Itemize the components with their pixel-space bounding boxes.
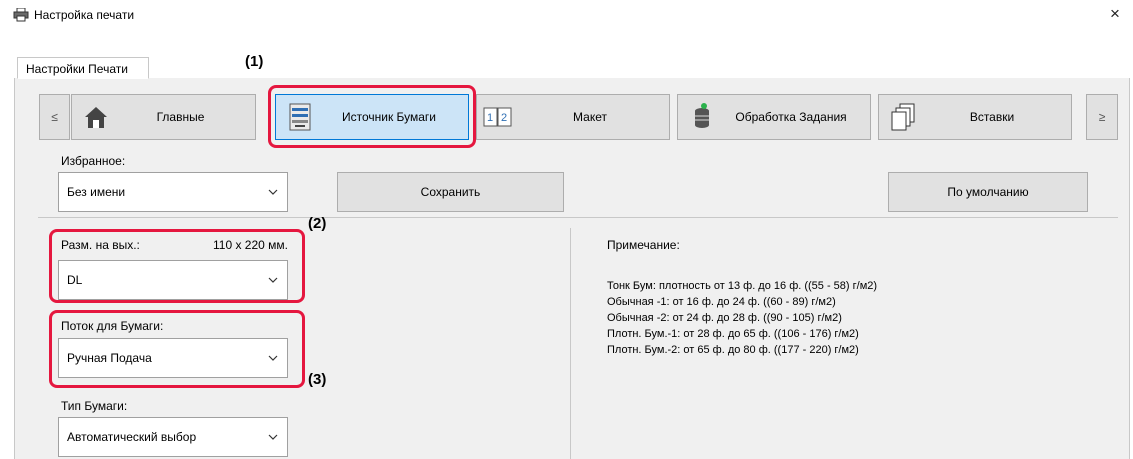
close-button[interactable]: × — [1105, 4, 1125, 24]
chevron-down-icon — [268, 434, 278, 440]
note-line: Обычная -2: от 24 ф. до 28 ф. ((90 - 105… — [607, 312, 842, 324]
home-icon — [85, 107, 107, 128]
section-divider — [38, 217, 1118, 218]
note-line: Плотн. Бум.-2: от 65 ф. до 80 ф. ((177 -… — [607, 344, 859, 356]
save-button[interactable]: Сохранить — [337, 172, 564, 212]
callout-2: (2) — [308, 215, 327, 232]
highlight-box-2 — [49, 229, 305, 303]
tab-print-settings[interactable]: Настройки Печати — [17, 57, 149, 79]
nav-job-handling-button[interactable]: Обработка Задания — [677, 94, 871, 140]
callout-3: (3) — [308, 371, 327, 388]
window-title: Настройка печати — [34, 8, 135, 22]
nav-prev-button[interactable]: ≤ — [39, 94, 70, 140]
callout-1: (1) — [245, 53, 264, 70]
note-title: Примечание: — [607, 238, 680, 252]
svg-text:1: 1 — [487, 112, 493, 124]
note-line: Плотн. Бум.-1: от 28 ф. до 65 ф. ((106 -… — [607, 328, 859, 340]
nav-layout-label: Макет — [573, 110, 607, 124]
paper-type-value: Автоматический выбор — [67, 430, 197, 444]
default-button[interactable]: По умолчанию — [888, 172, 1088, 212]
job-stack-icon — [695, 103, 709, 128]
favorites-dropdown[interactable]: Без имени — [58, 172, 288, 212]
paper-type-label: Тип Бумаги: — [61, 399, 128, 413]
svg-text:2: 2 — [501, 112, 507, 124]
printer-icon — [13, 8, 29, 22]
nav-job-handling-label: Обработка Задания — [735, 110, 847, 124]
highlight-box-1 — [268, 85, 476, 148]
title-bar: Настройка печати × — [0, 0, 1133, 30]
pages-icon — [891, 103, 915, 131]
note-line: Обычная -1: от 16 ф. до 24 ф. ((60 - 89)… — [607, 296, 836, 308]
favorites-value: Без имени — [67, 185, 126, 199]
nav-inserts-button[interactable]: Вставки — [878, 94, 1072, 140]
favorites-label: Избранное: — [61, 154, 126, 168]
paper-type-dropdown[interactable]: Автоматический выбор — [58, 417, 288, 457]
nav-inserts-label: Вставки — [969, 110, 1015, 124]
nav-main-label: Главные — [156, 110, 205, 124]
nav-next-button[interactable]: ≥ — [1086, 94, 1118, 140]
nav-layout-button[interactable]: 1 2 Макет — [476, 94, 670, 140]
highlight-box-3 — [49, 310, 305, 388]
column-divider — [570, 228, 571, 459]
nav-main-button[interactable]: Главные — [71, 94, 256, 140]
layout-icon: 1 2 — [483, 107, 512, 127]
note-line: Тонк Бум: плотность от 13 ф. до 16 ф. ((… — [607, 280, 878, 292]
chevron-down-icon — [268, 189, 278, 195]
